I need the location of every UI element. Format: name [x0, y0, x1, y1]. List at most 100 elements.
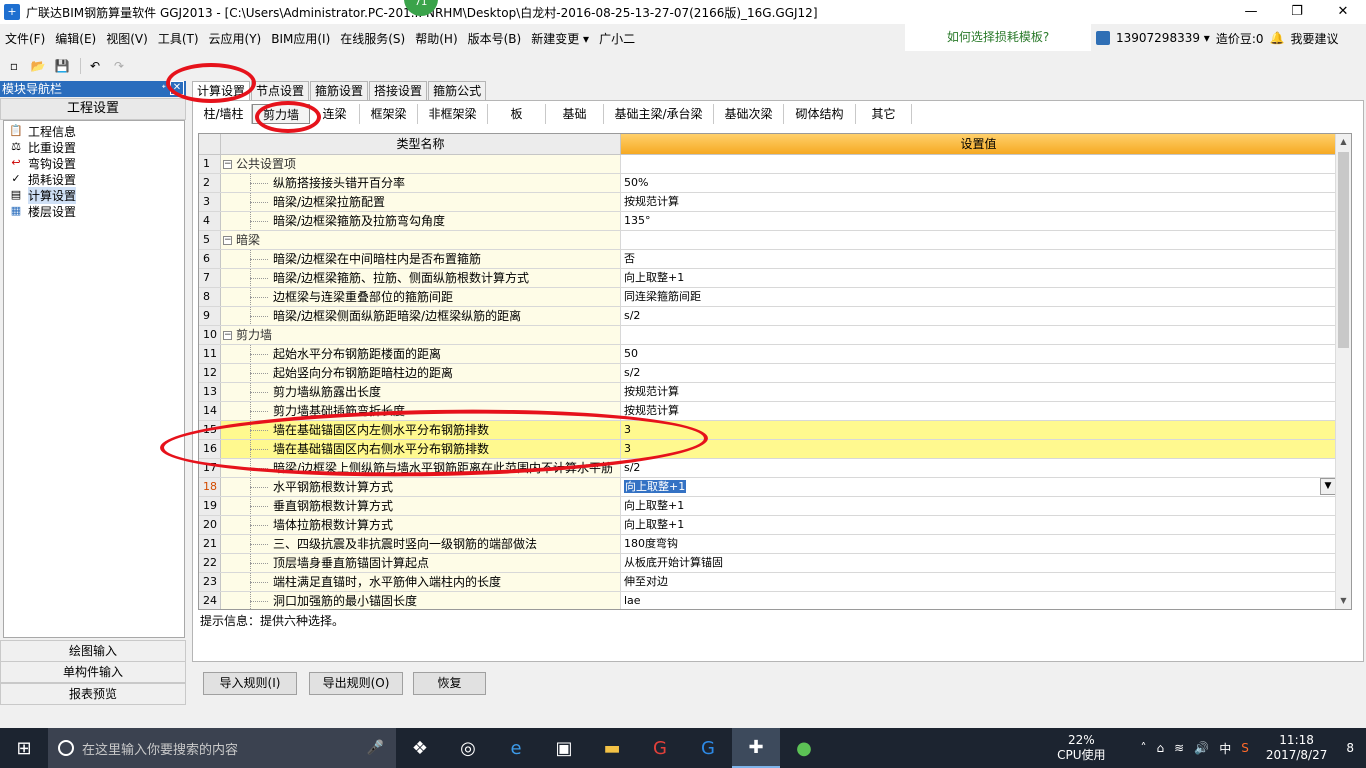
- redo-icon[interactable]: ↷: [109, 57, 129, 75]
- export-rules-button[interactable]: 导出规则(O): [309, 672, 403, 695]
- table-row[interactable]: 20 墙体拉筋根数计算方式 向上取整+1: [199, 516, 1337, 535]
- clock[interactable]: 11:18 2017/8/27: [1266, 733, 1328, 763]
- table-row[interactable]: 16 墙在基础锚固区内右侧水平分布钢筋排数 3: [199, 440, 1337, 459]
- tab-stirrup-settings[interactable]: 箍筋设置: [310, 81, 369, 100]
- collapse-icon[interactable]: −: [223, 331, 232, 340]
- subtab-other[interactable]: 其它: [856, 104, 912, 124]
- table-row[interactable]: 23 端柱满足直锚时，水平筋伸入端柱内的长度 伸至对边: [199, 573, 1337, 592]
- menu-view[interactable]: 视图(V): [101, 30, 153, 47]
- pin-icon[interactable]: ᐩ: [161, 81, 166, 97]
- glodon-app-icon[interactable]: G: [636, 728, 684, 768]
- table-row[interactable]: 19 垂直钢筋根数计算方式 向上取整+1: [199, 497, 1337, 516]
- user-phone[interactable]: 13907298339 ▾: [1116, 31, 1210, 45]
- help-link[interactable]: 如何选择损耗模板?: [905, 24, 1091, 51]
- menu-bim[interactable]: BIM应用(I): [266, 30, 335, 47]
- file-explorer-icon[interactable]: ▬: [588, 728, 636, 768]
- row-value[interactable]: 50: [621, 345, 1336, 363]
- subtab-foundation[interactable]: 基础: [546, 104, 604, 124]
- subtab-frame-beam[interactable]: 框架梁: [360, 104, 418, 124]
- table-row[interactable]: 13 剪力墙纵筋露出长度 按规范计算: [199, 383, 1337, 402]
- row-value[interactable]: 50%: [621, 174, 1336, 192]
- notification-icon[interactable]: 8: [1346, 741, 1354, 755]
- menu-help[interactable]: 帮助(H): [410, 30, 462, 47]
- tab-stirrup-formula[interactable]: 箍筋公式: [428, 81, 487, 100]
- row-value[interactable]: s/2: [621, 307, 1336, 325]
- nav-close-icon[interactable]: ✕: [170, 81, 184, 95]
- subtab-slab[interactable]: 板: [488, 104, 546, 124]
- app-swirl-icon[interactable]: ◎: [444, 728, 492, 768]
- table-row[interactable]: 9 暗梁/边框梁侧面纵筋距暗梁/边框梁纵筋的距离 s/2: [199, 307, 1337, 326]
- nav-drawing-input[interactable]: 绘图输入: [0, 640, 186, 662]
- nav-item-hook[interactable]: ↩ 弯钩设置: [4, 155, 184, 171]
- save-icon[interactable]: 💾: [52, 57, 72, 75]
- nav-item-loss[interactable]: ✓ 损耗设置: [4, 171, 184, 187]
- grid-scrollbar[interactable]: ▲ ▼: [1335, 134, 1351, 609]
- scroll-up-icon[interactable]: ▲: [1336, 134, 1351, 149]
- table-row[interactable]: 22 顶层墙身垂直筋锚固计算起点 从板底开始计算锚固: [199, 554, 1337, 573]
- row-value[interactable]: 向上取整+1 ▼: [621, 478, 1336, 496]
- row-value[interactable]: 向上取整+1: [621, 516, 1336, 534]
- table-row[interactable]: 21 三、四级抗震及非抗震时竖向一级钢筋的端部做法 180度弯钩: [199, 535, 1337, 554]
- scroll-down-icon[interactable]: ▼: [1336, 593, 1351, 608]
- menu-cloud[interactable]: 云应用(Y): [204, 30, 267, 47]
- ggj-app-icon[interactable]: ✚: [732, 728, 780, 768]
- scroll-thumb[interactable]: [1338, 152, 1349, 348]
- suggest-link[interactable]: 我要建议: [1290, 30, 1338, 47]
- row-value[interactable]: 同连梁箍筋间距: [621, 288, 1336, 306]
- subtab-coupling-beam[interactable]: 连梁: [310, 104, 360, 124]
- nav-item-project-info[interactable]: 📋 工程信息: [4, 123, 184, 139]
- table-row[interactable]: 8 边框梁与连梁重叠部位的箍筋间距 同连梁箍筋间距: [199, 288, 1337, 307]
- taskbar-search[interactable]: 在这里输入你要搜索的内容 🎤: [48, 728, 396, 768]
- collapse-icon[interactable]: −: [223, 236, 232, 245]
- group-row[interactable]: 5− 暗梁: [199, 231, 1337, 250]
- menu-tools[interactable]: 工具(T): [153, 30, 204, 47]
- ime-indicator[interactable]: 中: [1219, 740, 1231, 757]
- row-value[interactable]: 180度弯钩: [621, 535, 1336, 553]
- restore-button[interactable]: 恢复: [413, 672, 486, 695]
- open-folder-icon[interactable]: 📂: [28, 57, 48, 75]
- table-row[interactable]: 3 暗梁/边框梁拉筋配置 按规范计算: [199, 193, 1337, 212]
- task-view-icon[interactable]: ❖: [396, 728, 444, 768]
- menu-edit[interactable]: 编辑(E): [50, 30, 101, 47]
- new-file-icon[interactable]: ▫: [4, 57, 24, 75]
- nav-report-preview[interactable]: 报表预览: [0, 683, 186, 705]
- menu-file[interactable]: 文件(F): [0, 30, 50, 47]
- row-value[interactable]: 伸至对边: [621, 573, 1336, 591]
- table-row[interactable]: 18 水平钢筋根数计算方式 向上取整+1 ▼: [199, 478, 1337, 497]
- table-row[interactable]: 2 纵筋搭接接头错开百分率 50%: [199, 174, 1337, 193]
- table-row[interactable]: 6 暗梁/边框梁在中间暗柱内是否布置箍筋 否: [199, 250, 1337, 269]
- row-value[interactable]: 从板底开始计算锚固: [621, 554, 1336, 572]
- wifi-icon[interactable]: ≋: [1174, 741, 1184, 755]
- table-row[interactable]: 17 暗梁/边框梁上侧纵筋与墙水平钢筋距离在此范围内不计算水平筋 s/2: [199, 459, 1337, 478]
- subtab-shear-wall[interactable]: 剪力墙: [252, 104, 310, 124]
- table-row[interactable]: 12 起始竖向分布钢筋距暗柱边的距离 s/2: [199, 364, 1337, 383]
- table-row[interactable]: 14 剪力墙基础插筋弯折长度 按规范计算: [199, 402, 1337, 421]
- subtab-column-wall[interactable]: 柱/墙柱: [196, 104, 252, 124]
- row-value[interactable]: 135°: [621, 212, 1336, 230]
- tab-lap-settings[interactable]: 搭接设置: [369, 81, 428, 100]
- nav-item-floor[interactable]: ▦ 楼层设置: [4, 203, 184, 219]
- glodon-g-icon[interactable]: G: [684, 728, 732, 768]
- nav-item-weight[interactable]: ⚖ 比重设置: [4, 139, 184, 155]
- table-row[interactable]: 7 暗梁/边框梁箍筋、拉筋、侧面纵筋根数计算方式 向上取整+1: [199, 269, 1337, 288]
- row-value[interactable]: 否: [621, 250, 1336, 268]
- nav-item-calc[interactable]: ▤ 计算设置: [4, 186, 184, 204]
- tray-arrow-icon[interactable]: ˄: [1141, 741, 1147, 755]
- subtab-foundation-secondary-beam[interactable]: 基础次梁: [714, 104, 784, 124]
- sogou-icon[interactable]: S: [1241, 741, 1249, 755]
- bell-icon[interactable]: 🔔: [1270, 31, 1285, 45]
- subtab-masonry[interactable]: 砌体结构: [784, 104, 856, 124]
- network-icon[interactable]: ⌂: [1157, 741, 1165, 755]
- menu-assistant[interactable]: 广小二: [594, 30, 640, 47]
- menu-new-change[interactable]: 新建变更 ▾: [526, 30, 594, 47]
- dropdown-arrow-icon[interactable]: ▼: [1320, 478, 1336, 495]
- table-row[interactable]: 15 墙在基础锚固区内左侧水平分布钢筋排数 3: [199, 421, 1337, 440]
- table-row[interactable]: 24 洞口加强筋的最小锚固长度 lae: [199, 592, 1337, 609]
- row-value[interactable]: s/2: [621, 459, 1336, 477]
- close-button[interactable]: ✕: [1320, 0, 1366, 24]
- row-value[interactable]: 向上取整+1: [621, 269, 1336, 287]
- table-row[interactable]: 11 起始水平分布钢筋距楼面的距离 50: [199, 345, 1337, 364]
- nav-section-project-settings[interactable]: 工程设置: [0, 98, 186, 120]
- menu-online[interactable]: 在线服务(S): [335, 30, 410, 47]
- table-row[interactable]: 4 暗梁/边框梁箍筋及拉筋弯勾角度 135°: [199, 212, 1337, 231]
